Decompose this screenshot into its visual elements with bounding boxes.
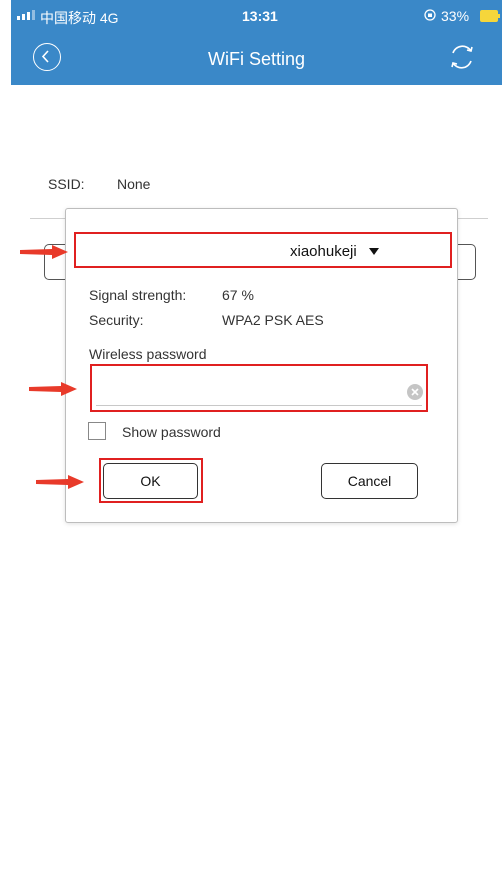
password-input[interactable]: [98, 374, 402, 402]
ssid-label: SSID:: [48, 176, 85, 192]
carrier-label: 中国移动 4G: [40, 10, 119, 26]
show-password-checkbox[interactable]: [88, 422, 106, 440]
ok-button[interactable]: OK: [103, 463, 198, 499]
app-header: 中国移动 4G 13:31 33% WiFi Setting: [11, 0, 502, 85]
battery-percentage: 33%: [441, 8, 470, 24]
password-label: Wireless password: [89, 346, 207, 362]
dropdown-arrow-icon: [369, 248, 379, 255]
signal-strength-value: 67 %: [222, 287, 254, 303]
network-name: xiaohukeji: [290, 243, 357, 260]
network-dropdown-edge: [455, 244, 476, 280]
network-select[interactable]: xiaohukeji: [74, 232, 452, 268]
status-bar: 中国移动 4G 13:31 33%: [11, 0, 502, 30]
refresh-icon[interactable]: [447, 42, 477, 72]
page-title: WiFi Setting: [207, 49, 306, 69]
battery-icon: [480, 10, 500, 22]
ssid-value: None: [117, 176, 151, 192]
orientation-lock-icon: [424, 9, 436, 21]
signal-icon: [17, 10, 35, 20]
password-field[interactable]: [90, 364, 428, 412]
password-underline: [96, 405, 422, 406]
red-arrow-icon: [29, 382, 77, 396]
signal-strength-label: Signal strength:: [89, 287, 187, 303]
red-arrow-icon: [36, 475, 84, 489]
security-value: WPA2 PSK AES: [222, 312, 324, 328]
cancel-button[interactable]: Cancel: [321, 463, 418, 499]
clear-icon[interactable]: [407, 384, 423, 400]
security-label: Security:: [89, 312, 144, 328]
status-time: 13:31: [242, 8, 278, 24]
red-arrow-icon: [20, 245, 68, 259]
show-password-label[interactable]: Show password: [122, 424, 221, 440]
